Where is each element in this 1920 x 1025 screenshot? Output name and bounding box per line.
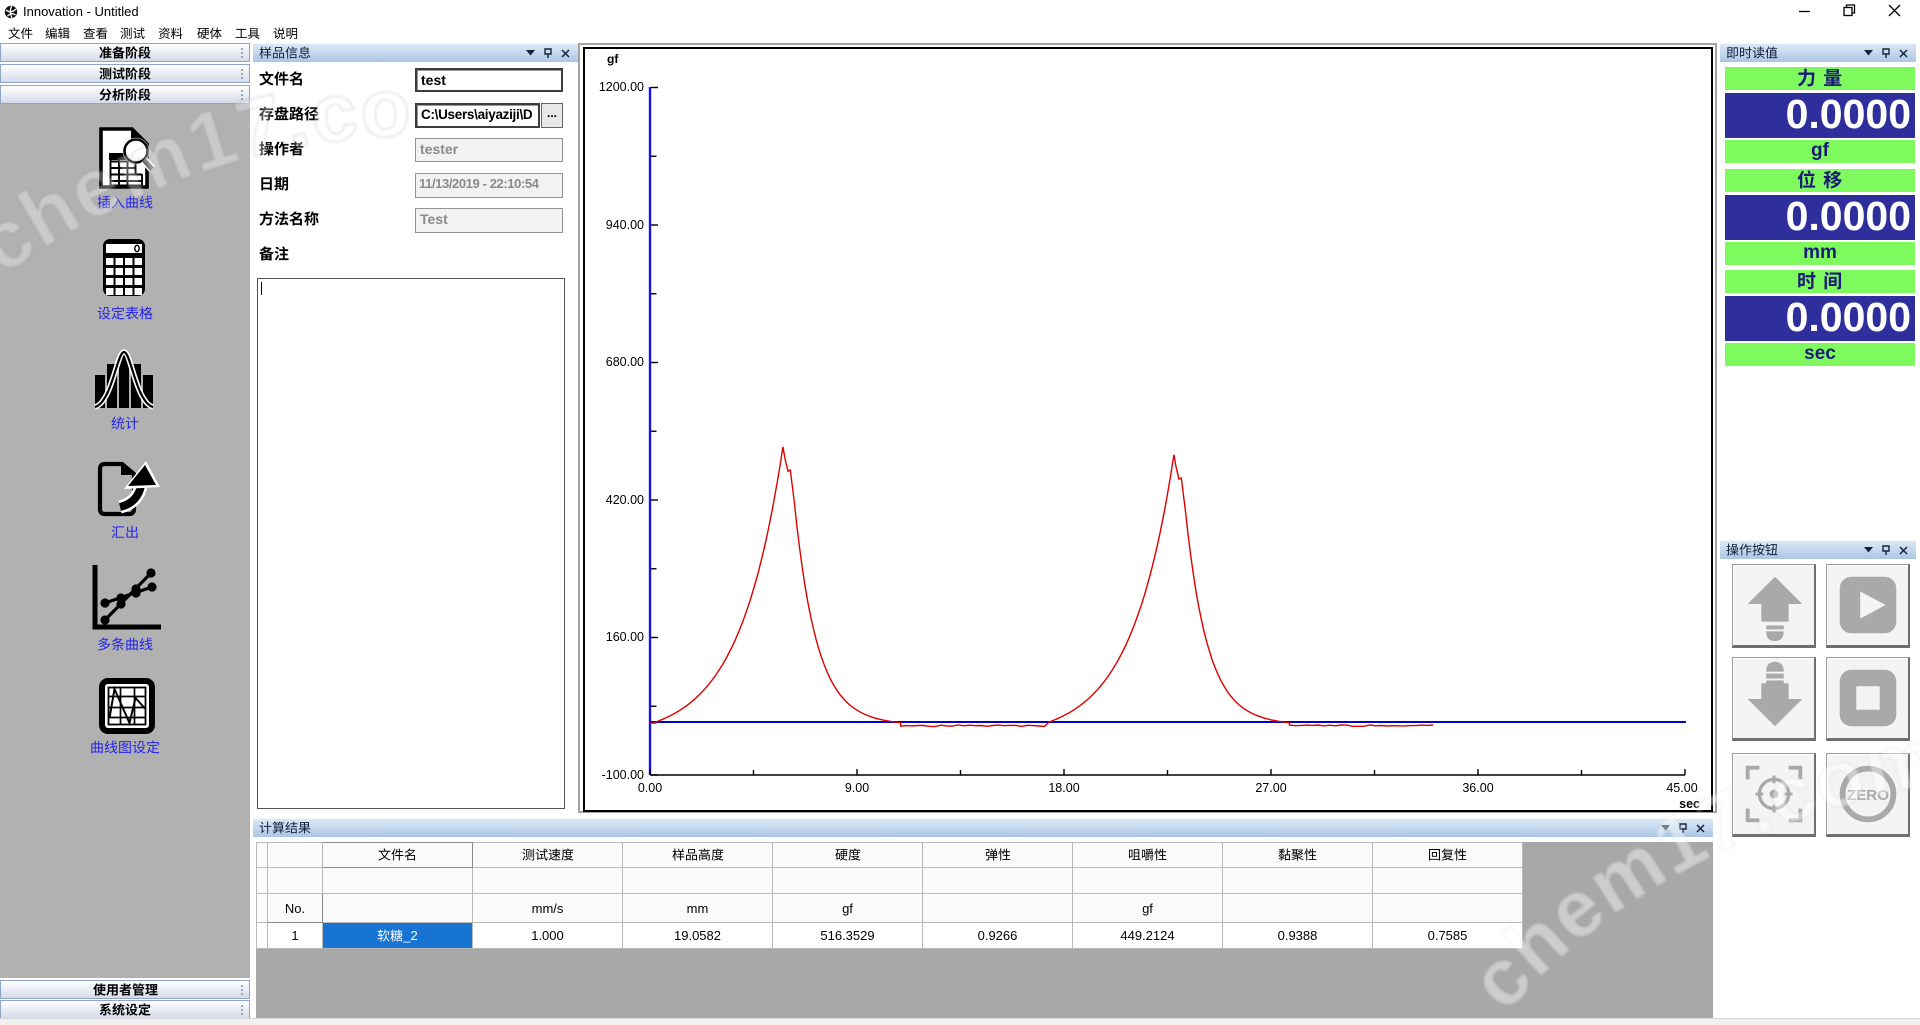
svg-text:ZERO: ZERO — [1847, 787, 1889, 804]
